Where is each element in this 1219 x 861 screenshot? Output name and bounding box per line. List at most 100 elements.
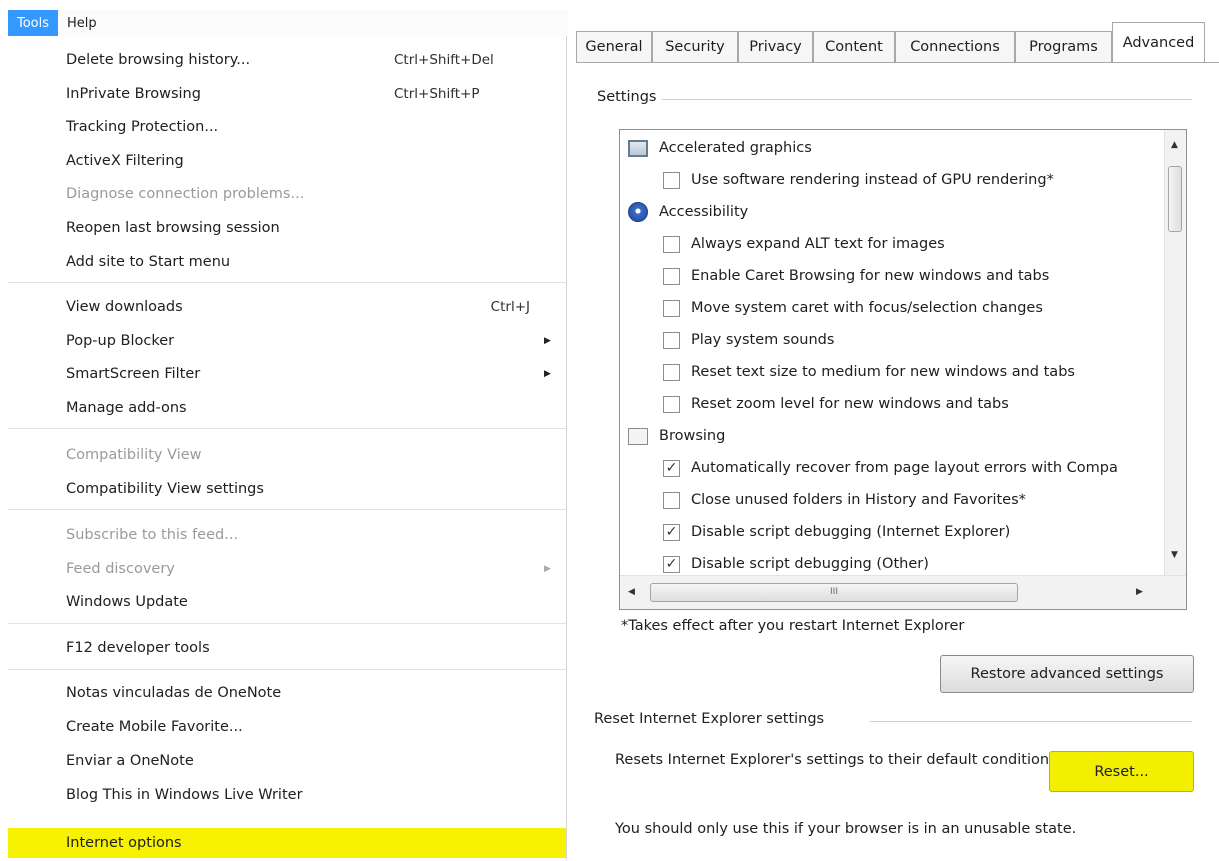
menu-help[interactable]: Help	[58, 10, 106, 36]
menu-item-manage-addons[interactable]: Manage add-ons	[8, 393, 566, 423]
menu-item-shortcut: Ctrl+Shift+P	[394, 86, 480, 102]
menu-item-label: Reopen last browsing session	[66, 220, 280, 236]
tree-option-close-unused-folders[interactable]: Close unused folders in History and Favo…	[620, 485, 1160, 515]
menu-item-smartscreen-filter[interactable]: SmartScreen Filter ▶	[8, 359, 566, 389]
tree-option-label: Enable Caret Browsing for new windows an…	[691, 268, 1050, 284]
scroll-right-icon[interactable]: ▶	[1136, 587, 1143, 597]
checkbox[interactable]	[663, 363, 680, 381]
checkbox[interactable]	[663, 395, 680, 413]
tab-content[interactable]: Content	[813, 31, 895, 62]
checkbox[interactable]	[663, 299, 680, 317]
tab-privacy[interactable]: Privacy	[738, 31, 813, 62]
checkbox[interactable]	[663, 267, 680, 285]
menu-item-label: Notas vinculadas de OneNote	[66, 685, 282, 701]
tab-security[interactable]: Security	[652, 31, 738, 62]
scroll-left-icon[interactable]: ◀	[628, 587, 635, 597]
checkbox-checked[interactable]: ✓	[663, 459, 680, 477]
tree-option-software-rendering[interactable]: Use software rendering instead of GPU re…	[620, 165, 1160, 195]
scroll-down-icon[interactable]: ▼	[1171, 550, 1178, 560]
submenu-arrow-icon: ▶	[544, 336, 551, 346]
menu-item-label: SmartScreen Filter	[66, 366, 201, 382]
tree-category-label: Accelerated graphics	[659, 140, 812, 156]
menu-item-label: Pop-up Blocker	[66, 333, 175, 349]
menu-item-label: Subscribe to this feed...	[66, 527, 239, 543]
horizontal-scroll-thumb[interactable]: III	[650, 583, 1018, 602]
menu-item-view-downloads[interactable]: View downloads Ctrl+J	[8, 292, 566, 322]
menu-item-subscribe-feed: Subscribe to this feed...	[8, 520, 566, 550]
horizontal-scrollbar[interactable]: ◀ III ▶	[620, 575, 1186, 609]
menu-item-inprivate-browsing[interactable]: InPrivate Browsing Ctrl+Shift+P	[8, 79, 566, 109]
menu-item-activex-filtering[interactable]: ActiveX Filtering	[8, 146, 566, 176]
menu-item-windows-update[interactable]: Windows Update	[8, 587, 566, 617]
restore-advanced-settings-button[interactable]: Restore advanced settings	[940, 655, 1194, 693]
tree-option-label: Play system sounds	[691, 332, 835, 348]
menu-tools[interactable]: Tools	[8, 10, 59, 36]
menu-item-compatibility-view: Compatibility View	[8, 440, 566, 470]
tree-option-label: Reset zoom level for new windows and tab…	[691, 396, 1009, 412]
menu-item-internet-options[interactable]: Internet options	[8, 828, 566, 858]
reset-group-line	[870, 721, 1192, 722]
tree-option-label: Always expand ALT text for images	[691, 236, 945, 252]
menu-item-label: Diagnose connection problems...	[66, 186, 305, 202]
checkbox-checked[interactable]: ✓	[663, 523, 680, 541]
advanced-settings-tree[interactable]: Accelerated graphics Use software render…	[619, 129, 1187, 610]
submenu-arrow-icon: ▶	[544, 369, 551, 379]
menu-item-delete-browsing-history[interactable]: Delete browsing history... Ctrl+Shift+De…	[8, 45, 566, 75]
tree-option-caret-browsing[interactable]: Enable Caret Browsing for new windows an…	[620, 261, 1160, 291]
menu-item-label: Compatibility View	[66, 447, 202, 463]
tree-option-system-sounds[interactable]: Play system sounds	[620, 325, 1160, 355]
menu-separator	[8, 428, 566, 429]
reset-description: Resets Internet Explorer's settings to t…	[615, 752, 1054, 768]
tab-programs[interactable]: Programs	[1015, 31, 1112, 62]
tree-option-reset-text-size[interactable]: Reset text size to medium for new window…	[620, 357, 1160, 387]
checkbox[interactable]	[663, 331, 680, 349]
tree-option-recover-layout-errors[interactable]: ✓ Automatically recover from page layout…	[620, 453, 1160, 483]
tree-category-accelerated-graphics: Accelerated graphics	[620, 133, 1160, 163]
menu-item-blog-windows-live-writer[interactable]: Blog This in Windows Live Writer	[8, 780, 566, 810]
menu-item-add-site-to-start[interactable]: Add site to Start menu	[8, 247, 566, 277]
menu-item-label: InPrivate Browsing	[66, 86, 201, 102]
settings-group-label: Settings	[597, 89, 663, 105]
vertical-scrollbar[interactable]: ▲ ▼	[1164, 130, 1186, 575]
tab-connections[interactable]: Connections	[895, 31, 1015, 62]
tab-advanced[interactable]: Advanced	[1112, 22, 1205, 62]
tree-option-label: Automatically recover from page layout e…	[691, 460, 1118, 476]
monitor-icon	[628, 139, 648, 157]
tree-option-system-caret[interactable]: Move system caret with focus/selection c…	[620, 293, 1160, 323]
checkbox[interactable]	[663, 491, 680, 509]
menu-item-create-mobile-favorite[interactable]: Create Mobile Favorite...	[8, 712, 566, 742]
menu-item-popup-blocker[interactable]: Pop-up Blocker ▶	[8, 326, 566, 356]
tree-option-expand-alt-text[interactable]: Always expand ALT text for images	[620, 229, 1160, 259]
reset-button[interactable]: Reset...	[1049, 751, 1194, 792]
menu-item-label: F12 developer tools	[66, 640, 210, 656]
tree-category-label: Browsing	[659, 428, 726, 444]
checkbox-checked[interactable]: ✓	[663, 555, 680, 573]
tree-category-accessibility: Accessibility	[620, 197, 1160, 227]
menu-item-f12-developer-tools[interactable]: F12 developer tools	[8, 633, 566, 663]
menu-separator	[8, 509, 566, 510]
browsing-category-icon	[628, 427, 648, 445]
menu-item-notas-onenote[interactable]: Notas vinculadas de OneNote	[8, 678, 566, 708]
checkbox[interactable]	[663, 171, 680, 189]
menu-item-label: Internet options	[66, 835, 182, 851]
options-tab-strip: General Security Privacy Content Connect…	[576, 14, 1219, 64]
menu-item-compatibility-view-settings[interactable]: Compatibility View settings	[8, 474, 566, 504]
checkbox[interactable]	[663, 235, 680, 253]
menu-item-shortcut: Ctrl+Shift+Del	[394, 52, 494, 68]
tree-option-label: Move system caret with focus/selection c…	[691, 300, 1043, 316]
tree-option-reset-zoom[interactable]: Reset zoom level for new windows and tab…	[620, 389, 1160, 419]
menu-item-reopen-last-session[interactable]: Reopen last browsing session	[8, 213, 566, 243]
tab-baseline	[576, 62, 1219, 63]
menu-item-enviar-onenote[interactable]: Enviar a OneNote	[8, 746, 566, 776]
reset-warning: You should only use this if your browser…	[615, 821, 1077, 837]
menu-item-label: Feed discovery	[66, 561, 175, 577]
scroll-up-icon[interactable]: ▲	[1171, 140, 1178, 150]
menu-item-tracking-protection[interactable]: Tracking Protection...	[8, 112, 566, 142]
tab-general[interactable]: General	[576, 31, 652, 62]
vertical-scroll-thumb[interactable]	[1168, 166, 1182, 232]
tree-category-browsing: Browsing	[620, 421, 1160, 451]
tree-option-disable-debug-ie[interactable]: ✓ Disable script debugging (Internet Exp…	[620, 517, 1160, 547]
tree-category-label: Accessibility	[659, 204, 749, 220]
menu-item-label: Add site to Start menu	[66, 254, 231, 270]
menu-item-feed-discovery: Feed discovery ▶	[8, 554, 566, 584]
